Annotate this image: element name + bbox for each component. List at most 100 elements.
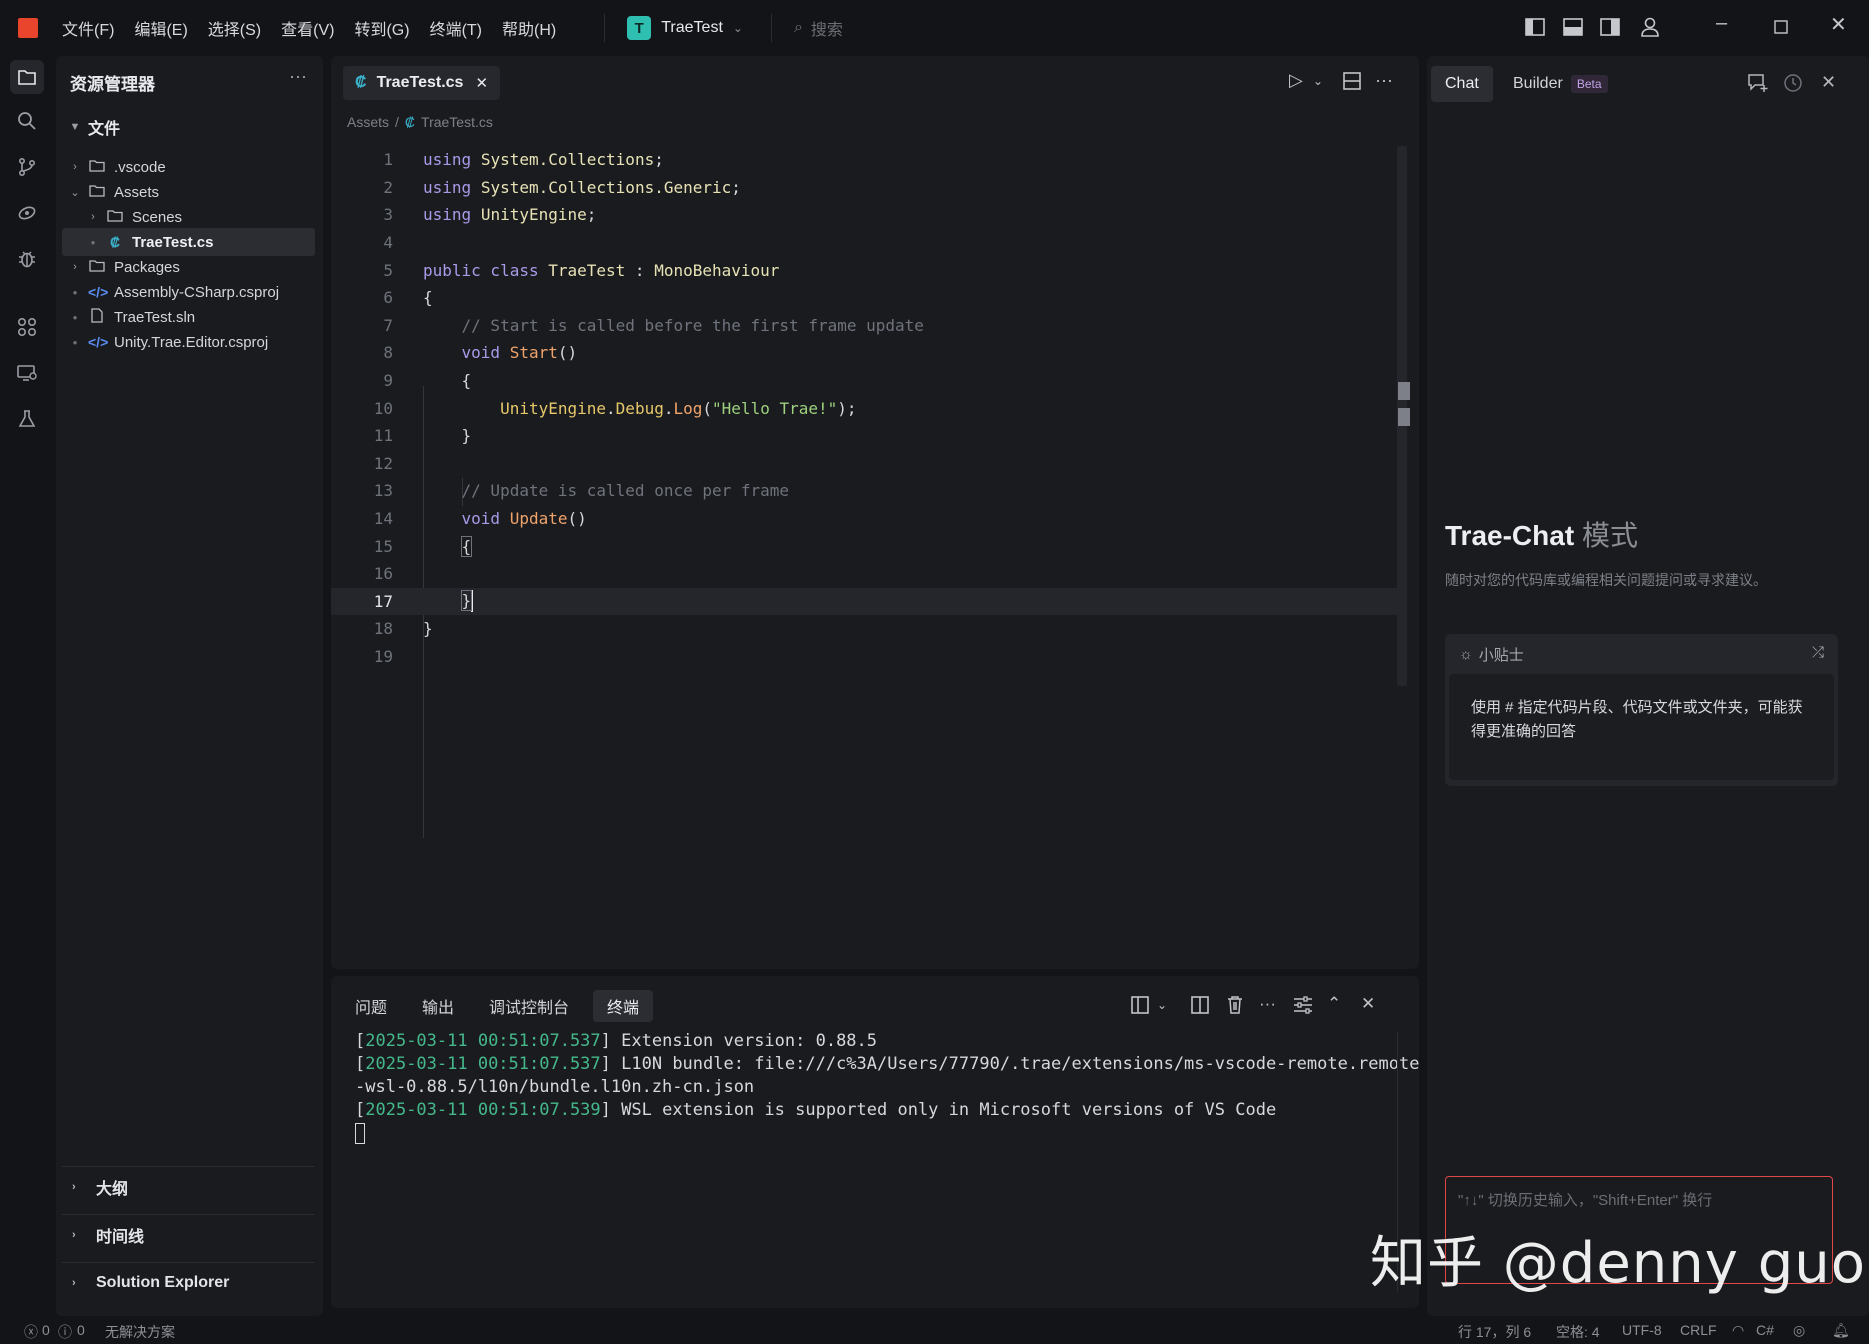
history-icon[interactable]: [1783, 73, 1803, 93]
line-number: 10: [373, 398, 393, 418]
run-icon[interactable]: ▷: [1289, 70, 1303, 91]
encoding[interactable]: UTF-8: [1622, 1322, 1662, 1338]
editor-tab-traetest[interactable]: ₡ TraeTest.cs ✕: [343, 66, 501, 100]
chevron-down-icon[interactable]: ⌄: [1313, 74, 1323, 88]
breadcrumb-item[interactable]: TraeTest.cs: [421, 114, 493, 130]
trash-icon[interactable]: [1227, 995, 1243, 1014]
app-logo: [18, 18, 38, 38]
chat-panel: Chat Builder Beta ✕ Trae-Chat 模式 随时对您的代码…: [1427, 56, 1869, 1316]
line-number: 11: [373, 426, 393, 446]
close-chat-icon[interactable]: ✕: [1821, 72, 1836, 93]
project-switcher[interactable]: T TraeTest ⌄: [604, 14, 743, 42]
toggle-primary-sidebar-icon[interactable]: [1525, 18, 1545, 36]
menu-terminal[interactable]: 终端(T): [430, 16, 482, 40]
split-terminal-icon[interactable]: [1191, 996, 1209, 1014]
close-icon[interactable]: ✕: [475, 74, 488, 92]
more-actions-icon[interactable]: ···: [1375, 70, 1393, 91]
toggle-secondary-sidebar-icon[interactable]: [1600, 18, 1620, 36]
search-icon[interactable]: [10, 104, 44, 138]
tree-item-assembly-csproj[interactable]: ● </> Assembly-CSharp.csproj: [62, 278, 315, 306]
error-icon[interactable]: ⓧ: [24, 1322, 38, 1342]
title-bar: 文件(F) 编辑(E) 选择(S) 查看(V) 转到(G) 终端(T) 帮助(H…: [0, 0, 1869, 56]
watermark: 知乎 @denny guo: [1370, 1231, 1867, 1296]
more-actions-icon[interactable]: ···: [1259, 994, 1276, 1014]
files-root[interactable]: ▼ 文件: [62, 112, 315, 142]
indentation[interactable]: 空格: 4: [1556, 1322, 1600, 1342]
cursor-position[interactable]: 行 17，列 6: [1458, 1322, 1531, 1342]
chevron-up-icon[interactable]: ⌃: [1327, 994, 1341, 1014]
tree-item-traetest-cs[interactable]: ● ₡ TraeTest.cs: [62, 228, 315, 256]
line-number: 3: [383, 205, 393, 225]
shuffle-icon[interactable]: ⤮: [1812, 644, 1824, 661]
notifications-icon[interactable]: 🔔︎: [1832, 1322, 1850, 1339]
settings-sliders-icon[interactable]: [1293, 996, 1313, 1014]
code-line: 8 void Start(): [331, 339, 1403, 367]
copilot-icon[interactable]: ◎: [1793, 1322, 1805, 1339]
terminal-output[interactable]: [2025-03-11 00:51:07.537] Extension vers…: [355, 1030, 1419, 1145]
extensions-icon[interactable]: [10, 310, 44, 344]
warning-icon[interactable]: ⓘ: [58, 1322, 72, 1342]
menu-selection[interactable]: 选择(S): [208, 16, 261, 40]
maximize-icon[interactable]: [1774, 20, 1788, 34]
line-endings[interactable]: CRLF: [1680, 1322, 1717, 1338]
tab-builder[interactable]: Builder Beta: [1513, 66, 1608, 102]
section-outline[interactable]: › 大纲: [62, 1166, 315, 1206]
testing-icon[interactable]: [10, 402, 44, 436]
code-editor[interactable]: 1 using System.Collections; 2 using System…: [331, 146, 1411, 946]
csharp-file-icon: ₡: [355, 74, 367, 91]
dot-icon: ●: [72, 337, 78, 347]
account-icon[interactable]: [1640, 16, 1660, 38]
tree-item-packages[interactable]: › Packages: [62, 253, 315, 281]
solution-status[interactable]: 无解决方案: [105, 1322, 175, 1342]
tree-item-unity-editor-csproj[interactable]: ● </> Unity.Trae.Editor.csproj: [62, 328, 315, 356]
tab-problems[interactable]: 问题: [341, 990, 401, 1022]
language-mode[interactable]: C#: [1756, 1322, 1774, 1338]
tab-chat[interactable]: Chat: [1431, 66, 1493, 102]
code-line: 11 }: [331, 422, 1403, 450]
new-chat-icon[interactable]: [1747, 73, 1769, 93]
chevron-down-icon[interactable]: ⌄: [1157, 998, 1167, 1012]
section-label: 时间线: [96, 1228, 145, 1246]
line-number: 12: [373, 453, 393, 473]
xml-file-icon: </>: [88, 284, 109, 300]
menu-view[interactable]: 查看(V): [281, 16, 334, 40]
menu-file[interactable]: 文件(F): [62, 16, 114, 40]
split-editor-icon[interactable]: [1343, 72, 1361, 90]
tree-item-vscode[interactable]: › .vscode: [62, 153, 315, 181]
terminal-layout-icon[interactable]: [1131, 996, 1149, 1014]
debug-icon[interactable]: [10, 242, 44, 276]
explorer-icon[interactable]: [10, 60, 44, 94]
breadcrumb-item[interactable]: Assets: [347, 114, 389, 130]
close-panel-icon[interactable]: ✕: [1361, 994, 1375, 1014]
menu-edit[interactable]: 编辑(E): [134, 16, 187, 40]
braces-icon[interactable]: ◠: [1732, 1322, 1744, 1339]
source-control-icon[interactable]: [10, 150, 44, 184]
tab-output[interactable]: 输出: [408, 990, 468, 1022]
more-actions-icon[interactable]: ···: [289, 66, 307, 87]
tab-terminal[interactable]: 终端: [593, 990, 654, 1022]
minimize-icon[interactable]: –: [1716, 12, 1727, 35]
code-line: 2 using System.Collections.Generic;: [331, 174, 1403, 202]
code-line: 9 {: [331, 367, 1403, 395]
close-window-icon[interactable]: ✕: [1830, 12, 1847, 37]
tip-header: ☼ 小贴士: [1459, 646, 1524, 664]
chat-mode-title: Trae-Chat 模式: [1445, 520, 1638, 551]
dot-icon: ●: [90, 237, 96, 247]
tree-item-label: Unity.Trae.Editor.csproj: [114, 333, 269, 351]
folder-open-icon: [88, 184, 106, 200]
remote-explorer-icon[interactable]: [10, 356, 44, 390]
search-placeholder: 搜索: [810, 22, 843, 39]
toggle-panel-icon[interactable]: [1563, 18, 1583, 36]
section-timeline[interactable]: › 时间线: [62, 1214, 315, 1254]
menu-help[interactable]: 帮助(H): [502, 16, 556, 40]
folder-icon: [88, 259, 106, 275]
tree-item-assets[interactable]: ⌄ Assets: [62, 178, 315, 206]
remote-icon[interactable]: [10, 196, 44, 230]
tab-debug-console[interactable]: 调试控制台: [475, 990, 583, 1022]
tree-item-traetest-sln[interactable]: ● TraeTest.sln: [62, 303, 315, 331]
tree-item-scenes[interactable]: › Scenes: [62, 203, 315, 231]
section-solution-explorer[interactable]: › Solution Explorer: [62, 1262, 315, 1302]
code-line: 7 // Start is called before the first fr…: [331, 312, 1403, 340]
search-input[interactable]: ⌕ 搜索: [770, 14, 843, 42]
menu-go[interactable]: 转到(G): [354, 16, 409, 40]
